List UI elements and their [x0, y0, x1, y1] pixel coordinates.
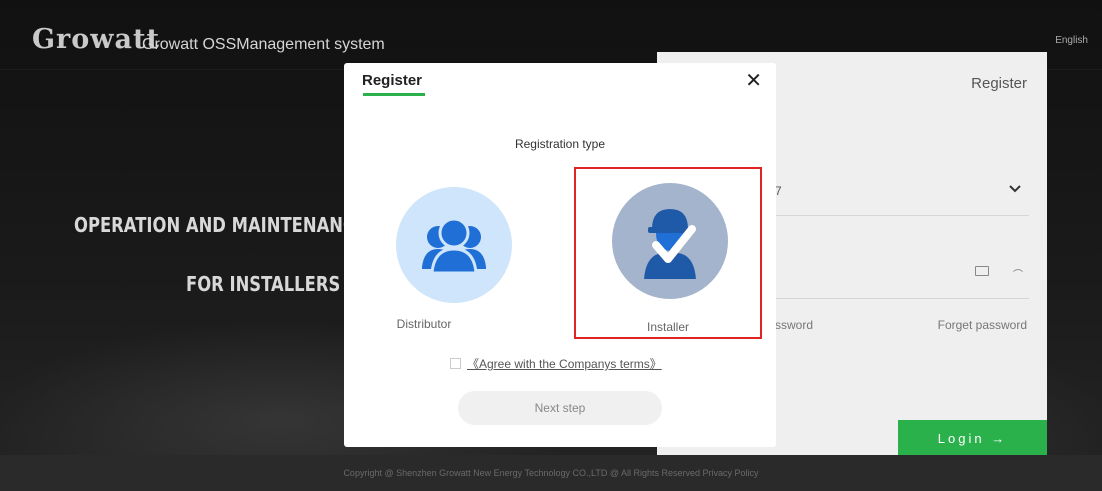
app-title: Growatt OSSManagement system [142, 36, 385, 53]
keyboard-icon[interactable] [975, 266, 989, 276]
next-step-button[interactable]: Next step [458, 391, 662, 425]
registration-type-label: Registration type [514, 137, 606, 151]
forget-password-link[interactable]: Forget password [938, 318, 1027, 332]
installer-avatar [612, 183, 728, 299]
group-people-icon [422, 217, 486, 275]
distributor-avatar [396, 187, 512, 303]
distributor-option[interactable]: Distributor [376, 167, 564, 339]
agree-terms[interactable]: 《Agree with the Companys terms》 [450, 355, 662, 372]
divider [775, 298, 1029, 299]
installer-worker-icon [644, 209, 696, 279]
installer-option[interactable]: Installer [574, 167, 762, 339]
installer-label: Installer [646, 320, 690, 334]
growatt-logo: Growatt [32, 24, 160, 55]
register-modal: Register ✕ Registration type Distributor [344, 63, 776, 447]
copyright-text: Copyright @ Shenzhen Growatt New Energy … [343, 468, 759, 478]
login-button[interactable]: Login → [898, 420, 1047, 458]
register-link[interactable]: Register [971, 75, 1027, 92]
divider [775, 215, 1029, 216]
remember-password[interactable]: ssword [775, 318, 813, 332]
modal-title: Register [362, 72, 423, 89]
title-underline [363, 93, 425, 96]
terms-link[interactable]: 《Agree with the Companys terms》 [467, 357, 662, 371]
username-field[interactable]: ​7 [775, 184, 782, 198]
eye-closed-icon[interactable]: ⌒ [1013, 266, 1023, 281]
language-selector[interactable]: English [1055, 35, 1088, 46]
hero-heading-line2: FOR INSTALLERS AI [186, 272, 365, 296]
distributor-label: Distributor [396, 317, 452, 331]
chevron-down-icon[interactable] [1007, 180, 1023, 196]
close-icon[interactable]: ✕ [745, 71, 762, 91]
footer: Copyright @ Shenzhen Growatt New Energy … [0, 455, 1102, 491]
agree-checkbox[interactable] [450, 358, 461, 369]
